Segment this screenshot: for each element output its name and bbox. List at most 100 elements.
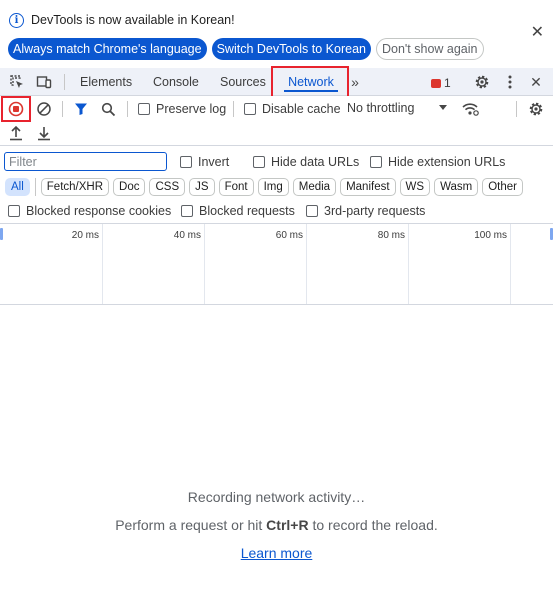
always-match-language-button[interactable]: Always match Chrome's language [8, 38, 207, 60]
network-tab-highlight [271, 66, 349, 98]
blocked-requests-label: Blocked requests [199, 204, 295, 218]
timeline-gridline [510, 224, 511, 304]
toolbar-divider [62, 101, 63, 117]
network-overview-timeline[interactable]: 20 ms 40 ms 60 ms 80 ms 100 ms [0, 224, 553, 305]
close-icon[interactable]: ✕ [531, 24, 544, 40]
third-party-requests-box[interactable] [306, 205, 318, 217]
timeline-tick-label: 60 ms [275, 230, 303, 241]
type-filter-media[interactable]: Media [292, 178, 337, 196]
preserve-log-box[interactable] [138, 103, 150, 115]
blocked-response-cookies-box[interactable] [8, 205, 20, 217]
timeline-gridline [204, 224, 205, 304]
tab-sources[interactable]: Sources [220, 68, 266, 96]
inspect-element-icon[interactable] [8, 73, 26, 91]
disable-cache-label: Disable cache [262, 102, 341, 116]
search-icon[interactable] [99, 100, 117, 118]
kebab-menu-icon[interactable] [501, 73, 519, 91]
preserve-log-checkbox[interactable]: Preserve log [138, 102, 226, 116]
disable-cache-box[interactable] [244, 103, 256, 115]
hide-extension-urls-label: Hide extension URLs [388, 155, 506, 169]
blocked-requests-box[interactable] [181, 205, 193, 217]
type-filter-all[interactable]: All [5, 178, 30, 196]
close-devtools-icon[interactable]: ✕ [527, 73, 545, 91]
more-tabs-icon[interactable]: » [346, 73, 364, 91]
toolbar-divider [233, 101, 234, 117]
learn-more-row: Learn more [0, 545, 553, 561]
reload-hint-suffix: to record the reload. [312, 517, 438, 533]
timeline-left-handle[interactable] [0, 228, 3, 240]
invert-checkbox[interactable]: Invert [180, 155, 229, 169]
recording-status-text: Recording network activity… [187, 489, 366, 505]
network-toolbar-row-2 [0, 122, 553, 146]
blocked-response-cookies-label: Blocked response cookies [26, 204, 172, 218]
timeline-tick-label: 40 ms [173, 230, 201, 241]
invert-label: Invert [198, 155, 230, 169]
infobar-message: DevTools is now available in Korean! [31, 13, 235, 27]
third-party-requests-checkbox[interactable]: 3rd-party requests [306, 204, 425, 218]
network-toolbar-row-1: Preserve log Disable cache No throttling [0, 96, 553, 122]
timeline-tick-label: 80 ms [377, 230, 405, 241]
network-filter-bar: Invert Hide data URLs Hide extension URL… [0, 147, 553, 224]
tab-elements[interactable]: Elements [80, 68, 132, 96]
issue-icon [431, 78, 441, 88]
toolbar-divider [64, 74, 65, 90]
invert-box[interactable] [180, 156, 192, 168]
filter-input[interactable] [4, 152, 167, 171]
infobar-message-row: i DevTools is now available in Korean! [9, 11, 235, 29]
timeline-tick-label: 20 ms [71, 230, 99, 241]
dont-show-again-button[interactable]: Don't show again [375, 38, 484, 60]
settings-gear-icon[interactable] [473, 73, 491, 91]
type-filter-manifest[interactable]: Manifest [340, 178, 396, 196]
throttling-value: No throttling [347, 101, 415, 115]
toolbar-divider [516, 101, 517, 117]
resource-type-filters: All Fetch/XHR Doc CSS JS Font Img Media … [5, 178, 523, 196]
reload-shortcut: Ctrl+R [266, 517, 309, 533]
timeline-gridline [408, 224, 409, 304]
blocked-response-cookies-checkbox[interactable]: Blocked response cookies [8, 204, 171, 218]
info-icon: i [9, 12, 24, 28]
clear-log-icon[interactable] [35, 100, 53, 118]
network-settings-gear-icon[interactable] [527, 100, 545, 118]
blocked-requests-checkbox[interactable]: Blocked requests [181, 204, 295, 218]
record-button-highlight [1, 96, 31, 122]
devtools-tabbar: Elements Console Sources Network » 1 ✕ [0, 66, 553, 98]
tab-console[interactable]: Console [153, 68, 199, 96]
type-filter-doc[interactable]: Doc [113, 178, 146, 196]
learn-more-link[interactable]: Learn more [241, 545, 313, 561]
export-har-download-icon[interactable] [35, 124, 53, 142]
hide-extension-urls-box[interactable] [370, 156, 382, 168]
switch-to-korean-button[interactable]: Switch DevTools to Korean [211, 38, 371, 60]
type-filter-font[interactable]: Font [218, 178, 254, 196]
reload-hint: Perform a request or hit Ctrl+R to recor… [0, 517, 553, 533]
type-filter-img[interactable]: Img [257, 178, 289, 196]
infobar-buttons: Always match Chrome's language Switch De… [8, 38, 484, 60]
type-filter-other[interactable]: Other [482, 178, 523, 196]
timeline-tick-label: 100 ms [474, 230, 507, 241]
timeline-gridline [306, 224, 307, 304]
type-filter-fetch-xhr[interactable]: Fetch/XHR [40, 178, 110, 196]
type-filter-ws[interactable]: WS [399, 178, 431, 196]
throttling-select[interactable]: No throttling [347, 101, 447, 115]
hide-extension-urls-checkbox[interactable]: Hide extension URLs [370, 155, 505, 169]
language-infobar: i DevTools is now available in Korean! ✕… [0, 0, 553, 68]
issues-counter[interactable]: 1 [431, 76, 451, 90]
type-filter-js[interactable]: JS [189, 178, 215, 196]
chip-divider [34, 178, 36, 196]
type-filter-wasm[interactable]: Wasm [434, 178, 479, 196]
filter-funnel-icon[interactable] [72, 100, 90, 118]
device-toolbar-icon[interactable] [35, 73, 53, 91]
network-empty-state: Recording network activity… Perform a re… [0, 305, 553, 592]
third-party-requests-label: 3rd-party requests [324, 204, 426, 218]
type-filter-css[interactable]: CSS [149, 178, 186, 196]
preserve-log-label: Preserve log [156, 102, 227, 116]
network-toolbar: Preserve log Disable cache No throttling [0, 96, 553, 146]
disable-cache-checkbox[interactable]: Disable cache [244, 102, 341, 116]
hide-data-urls-box[interactable] [253, 156, 265, 168]
import-har-upload-icon[interactable] [7, 124, 25, 142]
reload-hint-prefix: Perform a request or hit [115, 517, 263, 533]
hide-data-urls-label: Hide data URLs [271, 155, 360, 169]
timeline-gridline [102, 224, 103, 304]
issues-count: 1 [444, 76, 451, 90]
network-conditions-wifi-icon[interactable] [461, 100, 479, 118]
hide-data-urls-checkbox[interactable]: Hide data URLs [253, 155, 359, 169]
